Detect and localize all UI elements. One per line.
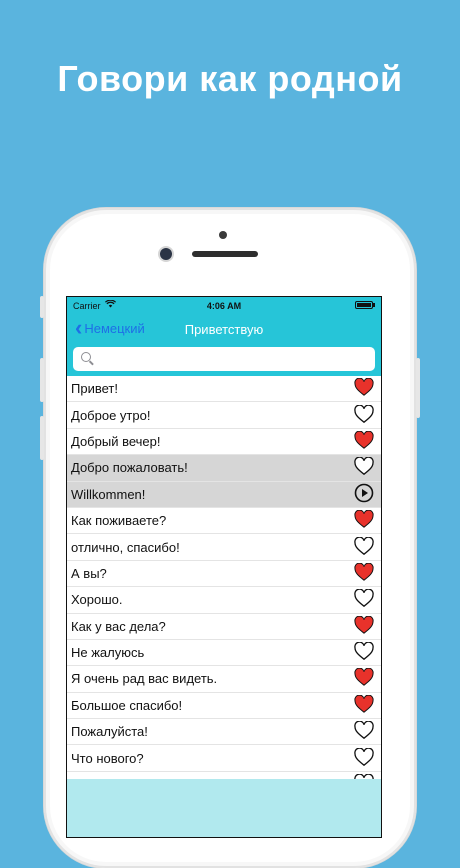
phrase-text: Доброе утро! <box>71 407 151 423</box>
heart-filled-icon <box>354 562 374 584</box>
phrase-text: Пожалуйста! <box>71 724 148 740</box>
phone-frame: Carrier 4:06 AM ‹ Немецкий Приветствую П… <box>40 208 420 868</box>
phrase-row[interactable]: Willkommen! <box>67 481 381 508</box>
battery-icon <box>355 301 373 309</box>
bottom-panel <box>67 779 381 837</box>
heart-outline-icon <box>354 720 374 742</box>
phrase-row[interactable]: Пожалуйста! <box>67 719 381 746</box>
heart-outline-button[interactable] <box>353 588 375 610</box>
phrase-row[interactable]: Добрый вечер! <box>67 428 381 456</box>
heart-outline-button[interactable] <box>353 456 375 478</box>
heart-filled-icon <box>354 694 374 716</box>
front-camera <box>160 248 172 260</box>
heart-outline-icon <box>354 456 374 478</box>
status-time: 4:06 AM <box>206 301 242 311</box>
play-button[interactable] <box>353 483 375 506</box>
heart-filled-button[interactable] <box>353 668 375 689</box>
phrase-text: Как поживаете? <box>71 513 167 529</box>
heart-outline-icon <box>354 747 374 769</box>
heart-filled-icon <box>354 668 374 689</box>
heart-outline-icon <box>354 404 374 426</box>
phrase-text: А вы? <box>71 565 107 581</box>
phrase-row[interactable]: Я очень рад вас видеть. <box>67 666 381 693</box>
phrase-row[interactable]: Привет! <box>67 376 381 403</box>
heart-outline-button[interactable] <box>353 404 375 426</box>
phrase-text: Я очень рад вас видеть. <box>71 671 218 687</box>
play-icon <box>354 483 374 506</box>
power-button <box>416 358 420 418</box>
mute-switch <box>40 296 44 318</box>
phrase-row[interactable]: отлично, спасибо! <box>67 534 381 561</box>
phrase-text: Привет! <box>71 381 118 397</box>
volume-down-button <box>40 416 44 460</box>
heart-outline-icon <box>354 588 374 610</box>
earpiece-speaker <box>192 251 258 257</box>
page-title: Приветствую <box>184 322 264 337</box>
heart-outline-button[interactable] <box>353 720 375 742</box>
volume-up-button <box>40 358 44 402</box>
phrase-list: Привет! Доброе утро! Добрый вечер! Добро по… <box>67 376 381 799</box>
phrase-text: Что нового? <box>71 750 144 766</box>
heart-outline-button[interactable] <box>353 747 375 769</box>
heart-filled-button[interactable] <box>353 615 375 637</box>
phrase-text: Хорошо. <box>71 592 123 608</box>
phrase-row[interactable]: Не жалуюсь <box>67 639 381 667</box>
battery-tip <box>373 303 375 307</box>
heart-filled-icon <box>354 509 374 531</box>
heart-outline-button[interactable] <box>353 535 375 558</box>
heart-filled-button[interactable] <box>353 694 375 716</box>
heart-filled-button[interactable] <box>353 562 375 584</box>
phrase-row[interactable]: Что нового? <box>67 745 381 772</box>
phrase-text: отлично, спасибо! <box>71 539 180 555</box>
phrase-text: Как у вас дела? <box>71 618 166 634</box>
heart-filled-button[interactable] <box>353 430 375 452</box>
heart-outline-icon <box>354 535 374 558</box>
phrase-row[interactable]: Хорошо. <box>67 587 381 614</box>
phrase-text: Не жалуюсь <box>71 645 145 661</box>
search-bar <box>67 343 381 376</box>
heart-filled-button[interactable] <box>353 377 375 399</box>
phrase-row[interactable]: Большое спасибо! <box>67 692 381 720</box>
heart-filled-icon <box>354 615 374 637</box>
phrase-text: Большое спасибо! <box>71 697 183 713</box>
heart-outline-button[interactable] <box>353 641 375 663</box>
heart-filled-button[interactable] <box>353 509 375 531</box>
heart-filled-icon <box>354 377 374 399</box>
promo-headline: Говори как родной <box>57 58 403 99</box>
phrase-text: Добрый вечер! <box>71 433 161 449</box>
heart-outline-icon <box>354 641 374 663</box>
navigation-bar: ‹ Немецкий Приветствую <box>67 315 381 343</box>
phrase-row[interactable]: Доброе утро! <box>67 402 381 429</box>
phrase-row[interactable]: Как у вас дела? <box>67 613 381 640</box>
search-field-container[interactable] <box>73 347 375 371</box>
search-input[interactable] <box>97 350 371 370</box>
proximity-sensor <box>219 231 227 239</box>
phrase-row[interactable]: Добро пожаловать! <box>67 455 381 482</box>
search-icon <box>81 352 91 362</box>
status-bar: Carrier 4:06 AM <box>67 297 381 315</box>
phrase-row[interactable]: А вы? <box>67 560 381 588</box>
phrase-text: Willkommen! <box>71 486 146 502</box>
app-screen: Carrier 4:06 AM ‹ Немецкий Приветствую П… <box>66 296 382 838</box>
heart-filled-icon <box>354 430 374 452</box>
phrase-row[interactable]: Как поживаете? <box>67 507 381 535</box>
phrase-text: Добро пожаловать! <box>71 460 188 476</box>
